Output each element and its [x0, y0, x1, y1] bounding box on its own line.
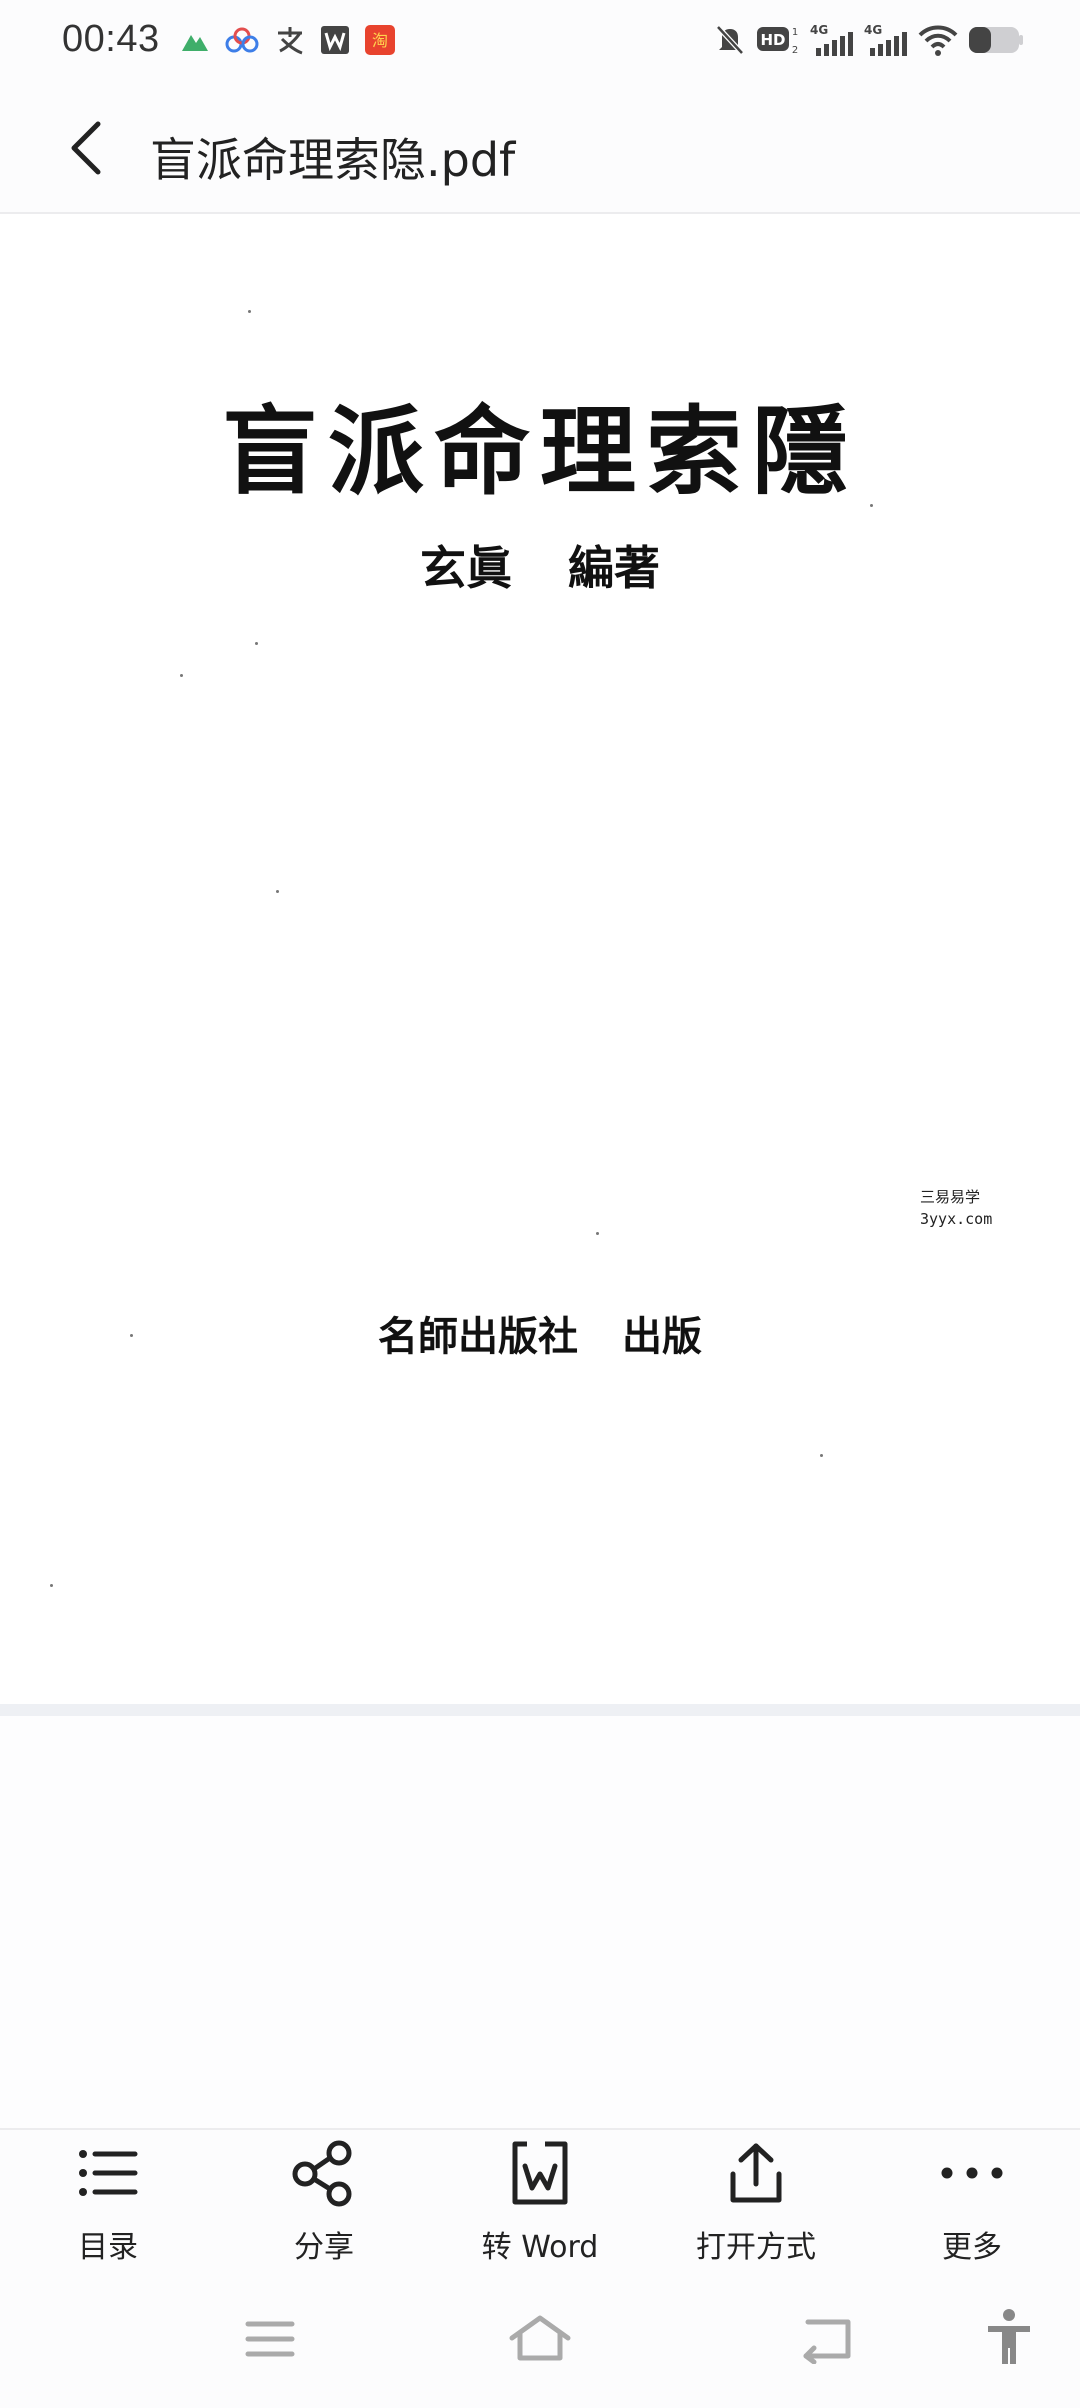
toc-button[interactable]: 目录 — [8, 2138, 208, 2278]
bottom-toolbar: 目录 分享 转 Word 打开方式 更多 — [0, 2128, 1080, 2280]
open-with-button[interactable]: 打开方式 — [656, 2138, 856, 2278]
share-button[interactable]: 分享 — [224, 2138, 424, 2278]
share-label: 分享 — [294, 2230, 354, 2265]
alipay-app-icon — [274, 25, 306, 59]
page-separator — [0, 1704, 1080, 1716]
scan-speck — [276, 890, 279, 893]
home-button[interactable] — [508, 2314, 572, 2368]
signal-4g-icon-1: 4G — [810, 22, 854, 62]
watermark-line-2: 3yyx.com — [920, 1210, 993, 1228]
chevron-left-icon — [71, 121, 101, 175]
system-status-icons: HD 1 2 4G 4G — [714, 22, 1024, 62]
menu-icon — [245, 2321, 295, 2357]
toc-label: 目录 — [78, 2230, 138, 2265]
app-bar: 盲派命理索隐.pdf — [0, 84, 1080, 214]
mute-bell-icon — [714, 23, 746, 61]
watermark: 三易易学 3yyx.com — [920, 1186, 992, 1230]
more-label: 更多 — [942, 2230, 1002, 2265]
share-icon — [292, 2140, 352, 2207]
svg-text:2: 2 — [792, 45, 798, 56]
convert-word-icon — [512, 2141, 568, 2205]
svg-text:HD: HD — [760, 31, 785, 49]
notification-icons: 淘 — [180, 24, 396, 60]
svg-text:淘: 淘 — [372, 31, 388, 50]
mountain-app-icon — [180, 27, 210, 57]
wps-app-icon — [320, 25, 350, 59]
pdf-page[interactable]: 盲派命理索隱 玄眞 編著 三易易学 3yyx.com 名師出版社 出版 — [0, 214, 1080, 1704]
book-author: 玄眞 編著 — [419, 541, 660, 595]
convert-word-button[interactable]: 转 Word — [440, 2138, 640, 2278]
book-title: 盲派命理索隱 — [222, 395, 858, 508]
more-icon — [941, 2167, 1003, 2179]
list-icon — [79, 2150, 138, 2196]
system-nav-bar — [0, 2278, 1080, 2408]
accessibility-icon — [988, 2309, 1030, 2364]
status-bar: 00:43 淘 HD 1 2 4G 4G — [0, 0, 1080, 84]
signal-4g-icon-2: 4G — [864, 22, 908, 62]
accessibility-button[interactable] — [984, 2308, 1034, 2370]
battery-icon — [968, 24, 1024, 60]
back-icon — [803, 2319, 851, 2365]
scan-speck — [255, 642, 258, 645]
back-button[interactable] — [60, 118, 120, 178]
svg-text:4G: 4G — [864, 23, 882, 37]
scan-speck — [180, 674, 183, 677]
svg-text:4G: 4G — [810, 23, 828, 37]
home-icon — [509, 2315, 571, 2361]
more-button[interactable]: 更多 — [872, 2138, 1072, 2278]
scan-speck — [248, 310, 251, 313]
wifi-icon — [918, 23, 958, 61]
convert-word-label: 转 Word — [481, 2230, 599, 2265]
recents-button[interactable] — [244, 2314, 296, 2368]
taobao-app-icon: 淘 — [364, 24, 396, 60]
scan-speck — [50, 1584, 53, 1587]
pdf-next-page[interactable] — [0, 1716, 1080, 2128]
watermark-line-1: 三易易学 — [920, 1188, 981, 1206]
document-title: 盲派命理索隐.pdf — [150, 133, 516, 187]
scan-speck — [870, 504, 873, 507]
scan-speck — [130, 1334, 133, 1337]
svg-text:1: 1 — [792, 27, 798, 38]
hd-voice-icon: HD 1 2 — [756, 23, 800, 61]
open-with-label: 打开方式 — [696, 2230, 816, 2265]
status-time: 00:43 — [62, 18, 160, 60]
scan-speck — [596, 1232, 599, 1235]
open-with-icon — [730, 2143, 782, 2203]
back-nav-button[interactable] — [798, 2314, 854, 2368]
cloud-app-icon — [224, 26, 260, 58]
book-publisher: 名師出版社 出版 — [378, 1313, 702, 1360]
scan-speck — [820, 1454, 823, 1457]
